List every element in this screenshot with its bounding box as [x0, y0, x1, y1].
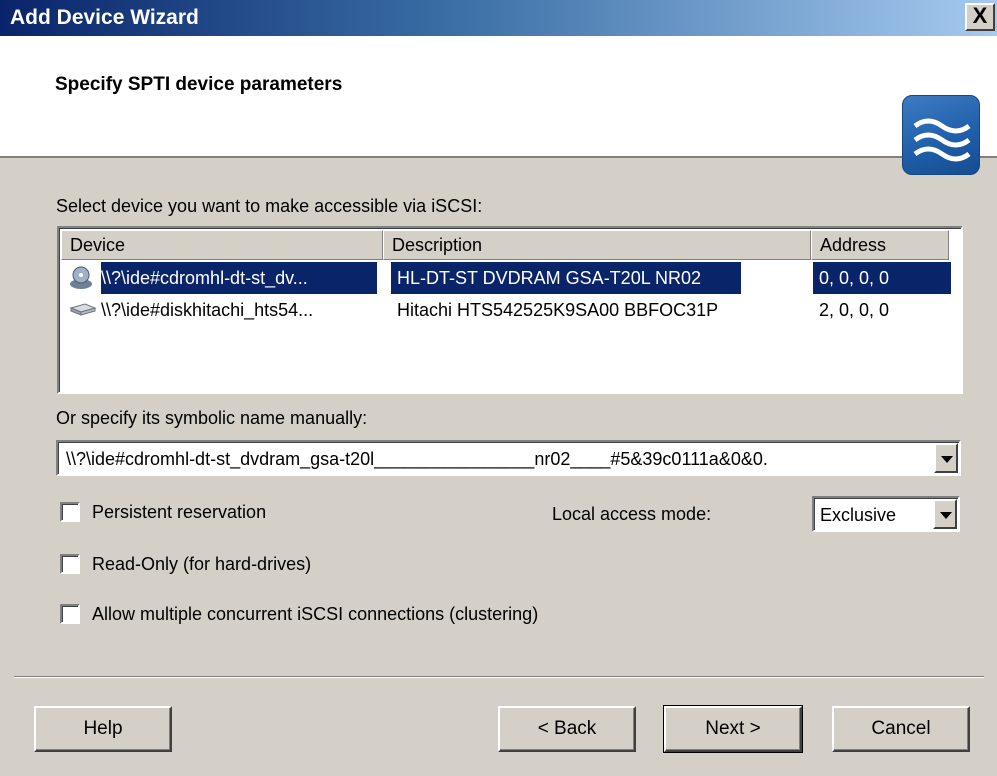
cancel-button[interactable]: Cancel: [832, 706, 970, 752]
add-device-wizard-window: Add Device Wizard X Specify SPTI device …: [0, 0, 997, 776]
waves-logo-icon: [902, 95, 980, 175]
chevron-down-icon[interactable]: [933, 499, 957, 529]
address-cell: 0, 0, 0, 0: [813, 262, 951, 294]
allow-multiple-label[interactable]: Allow multiple concurrent iSCSI connecti…: [92, 604, 538, 625]
page-title: Specify SPTI device parameters: [55, 74, 343, 95]
back-button[interactable]: < Back: [498, 706, 636, 752]
column-header-device[interactable]: Device: [61, 230, 383, 260]
device-list-header: Device Description Address: [61, 230, 951, 260]
title-bar[interactable]: Add Device Wizard X: [0, 0, 997, 36]
local-access-mode-label: Local access mode:: [552, 504, 712, 524]
table-row[interactable]: \\?\ide#diskhitachi_hts54... Hitachi HTS…: [61, 294, 951, 326]
persistent-reservation-checkbox[interactable]: [60, 502, 80, 522]
local-access-mode-select[interactable]: Exclusive: [812, 496, 960, 532]
symbolic-name-label: Or specify its symbolic name manually:: [56, 408, 368, 428]
close-button[interactable]: X: [965, 3, 995, 31]
read-only-label[interactable]: Read-Only (for hard-drives): [92, 554, 311, 575]
help-button[interactable]: Help: [34, 706, 172, 752]
persistent-reservation-label[interactable]: Persistent reservation: [92, 502, 266, 523]
symbolic-name-value[interactable]: \\?\ide#cdromhl-dt-st_dvdram_gsa-t20l___…: [66, 449, 936, 470]
footer-separator: [14, 676, 984, 678]
device-cell: \\?\ide#cdromhl-dt-st_dv...: [101, 262, 377, 294]
hard-disk-icon: [69, 298, 97, 322]
device-list[interactable]: Device Description Address \\?\ide#cdrom…: [57, 226, 963, 394]
device-list-label: Select device you want to make accessibl…: [56, 196, 483, 216]
window-title: Add Device Wizard: [10, 6, 199, 29]
description-cell: Hitachi HTS542525K9SA00 BBFOC31P: [397, 300, 719, 320]
description-cell: HL-DT-ST DVDRAM GSA-T20L NR02: [391, 262, 741, 294]
chevron-down-icon[interactable]: [934, 443, 958, 473]
read-only-checkbox[interactable]: [60, 554, 80, 574]
column-header-address[interactable]: Address: [811, 230, 949, 260]
local-access-mode-value[interactable]: Exclusive: [820, 505, 896, 526]
device-cell: \\?\ide#diskhitachi_hts54...: [101, 300, 314, 320]
column-header-description[interactable]: Description: [383, 230, 811, 260]
cd-drive-icon: [69, 266, 97, 290]
wizard-header: Specify SPTI device parameters: [0, 36, 997, 175]
next-button[interactable]: Next >: [663, 705, 803, 753]
table-row[interactable]: \\?\ide#cdromhl-dt-st_dv... HL-DT-ST DVD…: [61, 262, 951, 294]
address-cell: 2, 0, 0, 0: [819, 300, 890, 320]
symbolic-name-combo[interactable]: \\?\ide#cdromhl-dt-st_dvdram_gsa-t20l___…: [56, 440, 961, 476]
allow-multiple-checkbox[interactable]: [60, 604, 80, 624]
